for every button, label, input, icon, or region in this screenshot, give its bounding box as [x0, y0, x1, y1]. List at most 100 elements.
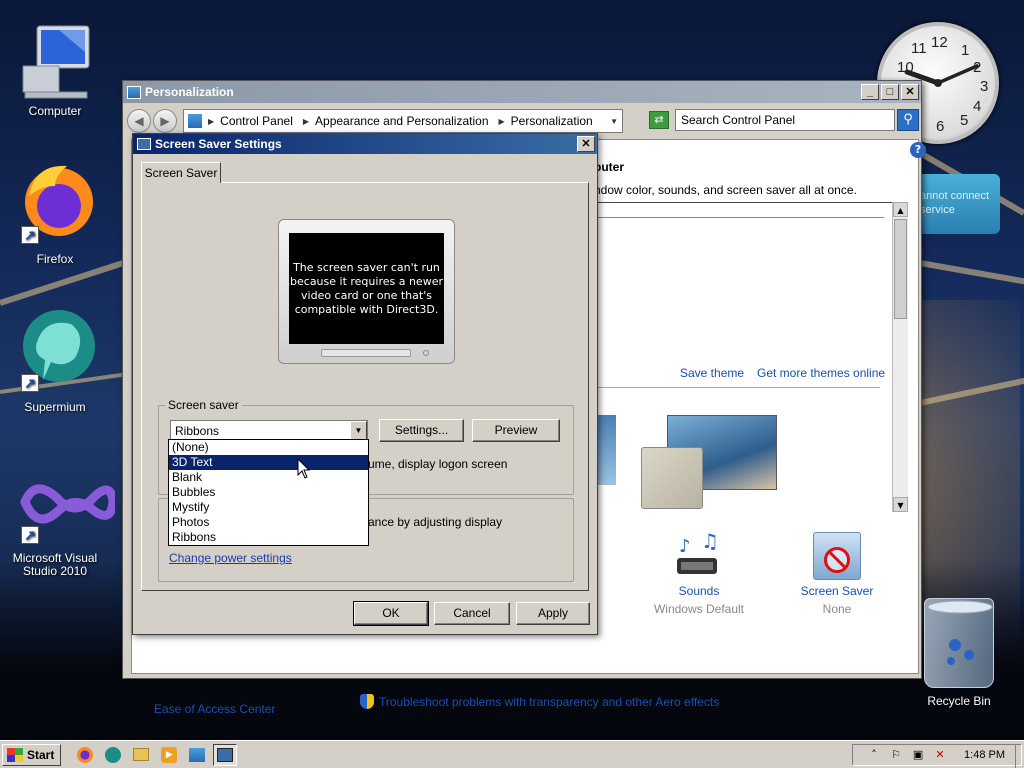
start-button[interactable]: Start	[2, 743, 62, 766]
control-panel-icon	[188, 114, 202, 128]
troubleshoot-label[interactable]: Troubleshoot problems with transparency …	[379, 695, 719, 709]
sounds-item[interactable]: ♪ ♫ Sounds Windows Default	[639, 529, 759, 616]
show-hidden-icons-icon[interactable]: ˄	[866, 747, 882, 763]
troubleshoot-link[interactable]: Troubleshoot problems with transparency …	[360, 694, 719, 709]
refresh-button[interactable]: ⇄	[649, 111, 669, 129]
media-player-taskbar-icon[interactable]: ▶	[157, 744, 181, 766]
gadget-error-text: annot connect service	[920, 190, 990, 216]
screen-saver-icon	[813, 532, 861, 580]
computer-icon	[15, 22, 95, 100]
breadcrumb-item[interactable]: Control Panel	[220, 114, 293, 128]
desktop-icon-recycle-bin[interactable]: Recycle Bin	[912, 598, 1006, 708]
option-bubbles[interactable]: Bubbles	[169, 485, 368, 500]
breadcrumb-item[interactable]: Appearance and Personalization	[315, 114, 488, 128]
theme-separator	[594, 387, 880, 388]
shield-icon	[360, 694, 374, 709]
flag-icon[interactable]: ⚐	[888, 747, 904, 763]
screen-saver-dialog[interactable]: Screen Saver Settings ✕ Screen Saver The…	[132, 133, 598, 635]
search-icon[interactable]: ⚲	[897, 109, 919, 131]
chevron-right-icon[interactable]: ▶	[208, 117, 214, 126]
tab-screen-saver[interactable]: Screen Saver	[141, 162, 221, 183]
supermium-taskbar-icon[interactable]	[101, 744, 125, 766]
screen-saver-label[interactable]: Screen Saver	[777, 584, 897, 598]
screen-saver-taskbar-icon[interactable]	[213, 743, 238, 766]
desktop-icon-label: Supermium	[24, 400, 86, 414]
dialog-title: Screen Saver Settings	[155, 137, 282, 151]
maximize-button[interactable]: □	[881, 84, 899, 100]
option-3d-text[interactable]: 3D Text	[169, 455, 368, 470]
show-desktop-button[interactable]	[1015, 745, 1021, 768]
monitor-icon	[137, 138, 151, 150]
dialog-titlebar[interactable]: Screen Saver Settings ✕	[133, 134, 597, 154]
monitor-led	[423, 350, 429, 356]
control-panel-taskbar-icon[interactable]	[185, 744, 209, 766]
volume-muted-icon[interactable]: ✕	[932, 747, 948, 763]
selected-value: Ribbons	[175, 424, 220, 438]
screen-saver-item[interactable]: Screen Saver None	[777, 532, 897, 616]
group-label: Screen saver	[165, 398, 242, 412]
recycle-bin-icon	[924, 598, 994, 688]
theme-scrollbar[interactable]: ▲ ▼	[892, 202, 908, 512]
breadcrumb[interactable]: ▶ Control Panel ▶ Appearance and Persona…	[183, 109, 623, 133]
breadcrumb-item[interactable]: Personalization	[511, 114, 593, 128]
network-icon[interactable]: ▣	[910, 747, 926, 763]
dialog-close-button[interactable]: ✕	[577, 136, 595, 152]
preview-screen: The screen saver can't run because it re…	[289, 233, 444, 344]
control-panel-icon	[127, 85, 141, 99]
forward-button[interactable]: ▶	[153, 109, 177, 133]
scroll-thumb[interactable]	[894, 219, 907, 319]
windows-logo-icon	[7, 747, 23, 762]
apply-button[interactable]: Apply	[516, 602, 590, 625]
start-label: Start	[27, 747, 55, 762]
screen-saver-options-list[interactable]: (None) 3D Text Blank Bubbles Mystify Pho…	[168, 439, 369, 546]
window-titlebar[interactable]: Personalization _ □ ✕	[123, 81, 921, 103]
minimize-button[interactable]: _	[861, 84, 879, 100]
page-description: ndow color, sounds, and screen saver all…	[594, 183, 857, 197]
option-ribbons[interactable]: Ribbons	[169, 530, 368, 545]
address-bar: ◀ ▶ ▶ Control Panel ▶ Appearance and Per…	[127, 107, 919, 135]
desktop-icon-firefox[interactable]: ↗ Firefox	[0, 156, 110, 266]
close-button[interactable]: ✕	[901, 84, 919, 100]
screen-saver-select[interactable]: Ribbons ▼	[170, 420, 368, 441]
weather-gadget[interactable]: annot connect service	[918, 174, 1000, 234]
preview-button[interactable]: Preview	[472, 419, 560, 442]
desktop-icon-label: Firefox	[36, 252, 74, 266]
back-button[interactable]: ◀	[127, 109, 151, 133]
sounds-icon: ♪ ♫	[673, 529, 725, 580]
chevron-right-icon[interactable]: ▶	[499, 117, 505, 126]
folder-taskbar-icon[interactable]	[129, 744, 153, 766]
ok-button[interactable]: OK	[353, 601, 429, 626]
wallpaper-beam	[919, 260, 1024, 287]
chevron-right-icon[interactable]: ▶	[303, 117, 309, 126]
change-power-settings-link[interactable]: Change power settings	[169, 551, 292, 565]
chevron-down-icon[interactable]: ▼	[610, 117, 618, 126]
settings-button[interactable]: Settings...	[379, 419, 464, 442]
desktop-icon-computer[interactable]: Computer	[0, 22, 110, 118]
option-none[interactable]: (None)	[169, 440, 368, 455]
option-mystify[interactable]: Mystify	[169, 500, 368, 515]
page-heading: puter	[594, 160, 624, 174]
svg-text:♫: ♫	[701, 532, 719, 553]
desktop-icon-label: Computer	[28, 104, 82, 118]
sounds-label[interactable]: Sounds	[639, 584, 759, 598]
get-more-themes-link[interactable]: Get more themes online	[757, 366, 885, 380]
cancel-button[interactable]: Cancel	[434, 602, 510, 625]
option-photos[interactable]: Photos	[169, 515, 368, 530]
clock-time[interactable]: 1:48 PM	[964, 749, 1005, 761]
scroll-down-icon[interactable]: ▼	[893, 497, 908, 512]
svg-text:♪: ♪	[679, 536, 691, 557]
monitor-base	[321, 349, 411, 357]
sounds-value: Windows Default	[653, 602, 745, 616]
desktop-icon-supermium[interactable]: ↗ Supermium	[0, 302, 110, 414]
option-blank[interactable]: Blank	[169, 470, 368, 485]
ease-of-access-link[interactable]: Ease of Access Center	[154, 702, 275, 716]
desktop-icon-visual-studio[interactable]: ↗ Microsoft Visual Studio 2010	[0, 472, 118, 578]
save-theme-link[interactable]: Save theme	[680, 366, 744, 380]
taskbar: Start ▶ ˄ ⚐ ▣ ✕ 1:48 PM	[0, 740, 1024, 768]
search-input[interactable]: Search Control Panel	[675, 109, 895, 131]
chevron-down-icon[interactable]: ▼	[350, 421, 367, 440]
theme-thumbnail-selected[interactable]	[641, 447, 703, 509]
scroll-up-icon[interactable]: ▲	[893, 202, 908, 217]
firefox-taskbar-icon[interactable]	[73, 744, 97, 766]
help-icon[interactable]: ?	[910, 142, 926, 158]
